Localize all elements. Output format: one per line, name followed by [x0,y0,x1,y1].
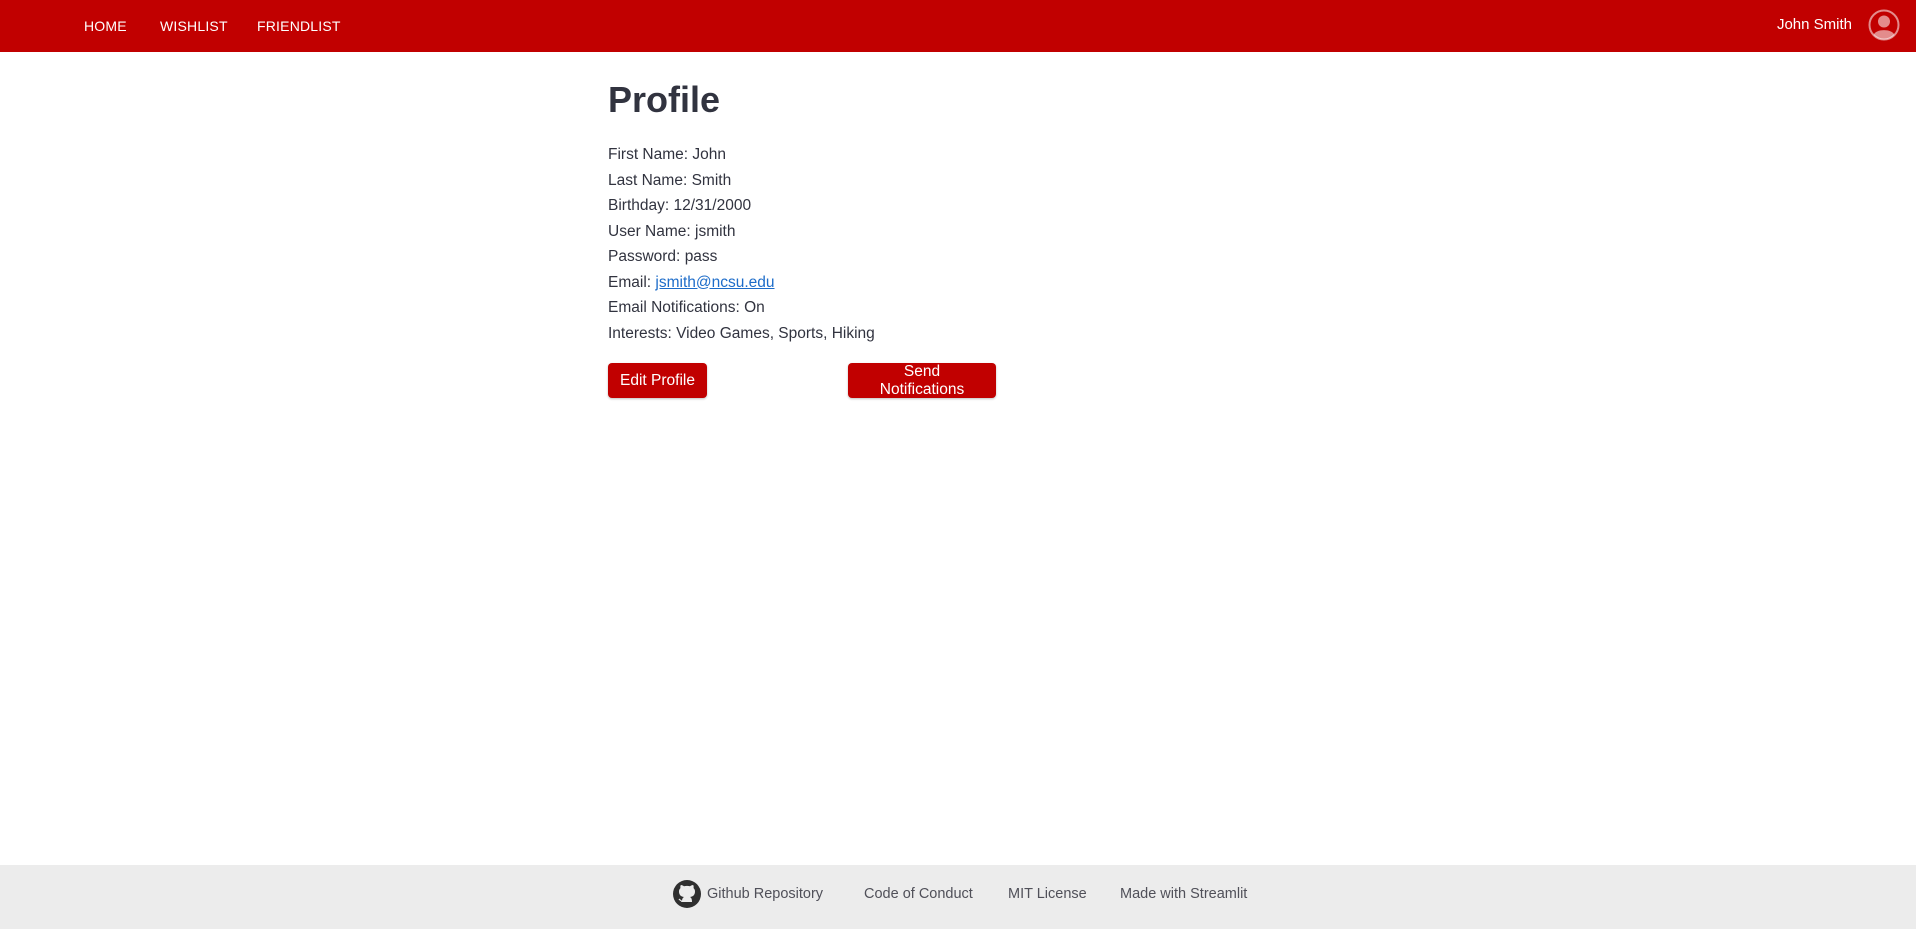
birthday-label: Birthday: [608,197,670,214]
email-label: Email: [608,273,652,291]
notifications-value: On [744,299,765,316]
nav-user-name[interactable]: John Smith [1777,0,1852,52]
footer-link-streamlit[interactable]: Made with Streamlit [1120,865,1247,923]
username-row: User Name: jsmith [608,219,1308,245]
email-link[interactable]: jsmith@ncsu.edu [655,274,774,291]
notifications-label: Email Notifications: [608,299,740,316]
password-value: pass [684,248,718,265]
last-name-row: Last Name: Smith [608,168,1308,194]
github-icon[interactable] [672,879,702,909]
top-navbar: HOME WISHLIST FRIENDLIST John Smith [0,0,1916,52]
notifications-row: Email Notifications: On [608,295,1308,321]
username-value: jsmith [695,222,736,240]
first-name-value: John [692,146,727,163]
profile-section: Profile First Name: John Last Name: Smit… [608,74,1308,346]
last-name-label: Last Name: [608,171,688,189]
user-avatar-icon[interactable] [1868,9,1900,41]
password-label: Password: [608,248,681,265]
username-label: User Name: [608,222,691,240]
interests-row: Interests: Video Games, Sports, Hiking [608,321,1308,347]
nav-wishlist-link[interactable]: WISHLIST [160,0,228,52]
interests-value: Video Games, Sports, Hiking [676,324,875,342]
birthday-row: Birthday: 12/31/2000 [608,193,1308,219]
interests-label: Interests: [608,324,672,342]
edit-profile-button[interactable]: Edit Profile [608,363,707,398]
page-title: Profile [608,79,721,120]
nav-home-link[interactable]: HOME [84,0,127,52]
footer: Github Repository Code of Conduct MIT Li… [0,865,1916,929]
first-name-label: First Name: [608,146,689,163]
password-row: Password: pass [608,244,1308,270]
footer-link-code-of-conduct[interactable]: Code of Conduct [864,865,973,923]
send-notifications-button[interactable]: Send Notifications [848,363,996,398]
email-row: Email: jsmith@ncsu.edu [608,270,1308,296]
birthday-value: 12/31/2000 [673,197,752,214]
first-name-row: First Name: John [608,142,1308,168]
footer-link-mit-license[interactable]: MIT License [1008,865,1087,923]
nav-friendlist-link[interactable]: FRIENDLIST [257,0,341,52]
last-name-value: Smith [691,171,732,189]
footer-link-github[interactable]: Github Repository [707,865,823,923]
